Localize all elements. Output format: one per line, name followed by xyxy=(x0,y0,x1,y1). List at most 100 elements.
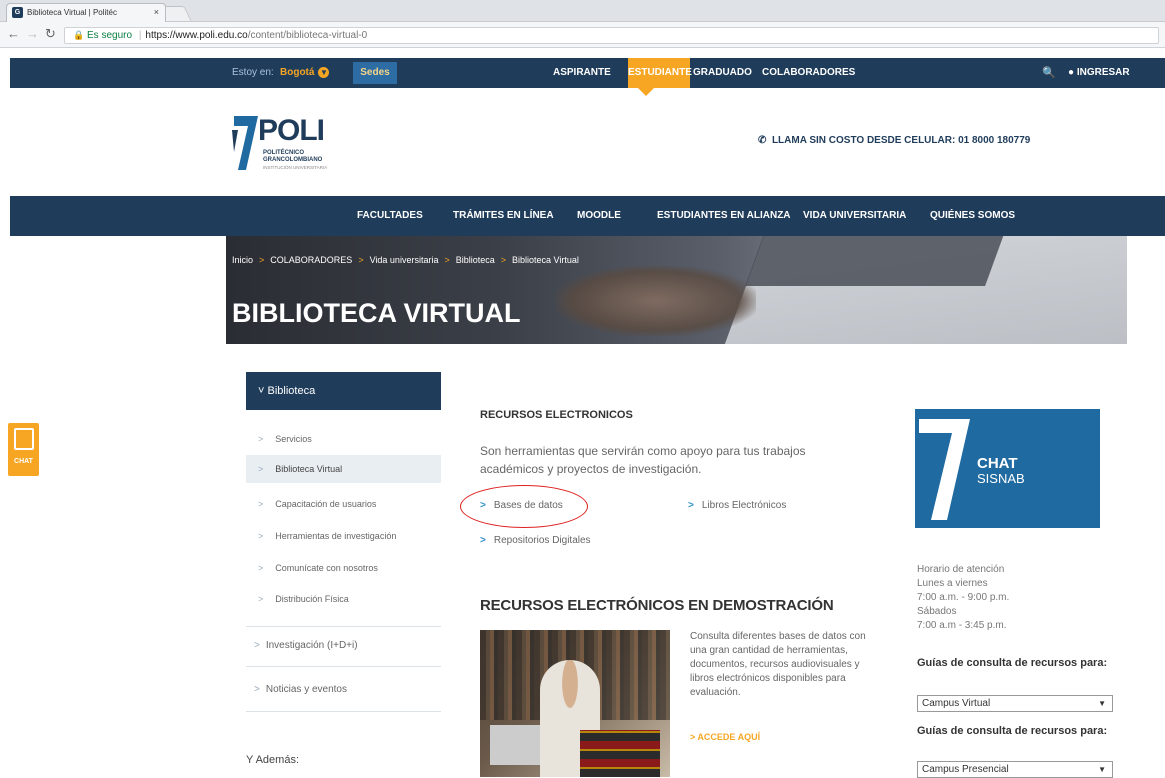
nav-graduado[interactable]: GRADUADO xyxy=(693,58,752,88)
hero-hand-image xyxy=(556,266,756,336)
sidebar-divider xyxy=(246,711,441,712)
sidebar-item-label: Servicios xyxy=(275,434,312,444)
sidebar-item-biblioteca-virtual[interactable]: > Biblioteca Virtual xyxy=(246,455,441,483)
nav-facultades[interactable]: FACULTADES xyxy=(357,196,423,236)
chevron-down-icon: ▼ xyxy=(318,66,330,78)
sidebar-item-label: Herramientas de investigación xyxy=(275,531,397,541)
favicon-icon: G xyxy=(12,7,23,18)
sidebar-divider xyxy=(246,666,441,667)
breadcrumb-separator-icon: > xyxy=(358,255,364,265)
guias-heading: Guías de consulta de recursos para: xyxy=(917,725,1108,737)
accede-aqui-link[interactable]: > ACCEDE AQUÍ xyxy=(690,732,760,742)
chevron-right-icon: > xyxy=(258,594,264,604)
breadcrumb-separator-icon: > xyxy=(259,255,265,265)
sidebar-item-label: Biblioteca Virtual xyxy=(275,464,343,474)
phone-icon: ✆ xyxy=(758,135,767,146)
sidebar-ademas-heading: Y Además: xyxy=(246,754,299,766)
main-nav: FACULTADES TRÁMITES EN LÍNEA MOODLE ESTU… xyxy=(10,196,1165,236)
chat-sisnab-banner[interactable]: CHAT SISNAB xyxy=(915,409,1100,528)
lock-icon: 🔒 xyxy=(73,30,85,40)
nav-vida-universitaria[interactable]: VIDA UNIVERSITARIA xyxy=(803,196,906,236)
chevron-right-icon: > xyxy=(688,500,694,511)
sidebar-section-investigacion[interactable]: > Investigación (I+D+i) xyxy=(246,640,441,651)
login-label: INGRESAR xyxy=(1076,67,1130,78)
nav-aspirante[interactable]: ASPIRANTE xyxy=(553,58,611,88)
recursos-title: RECURSOS ELECTRONICOS xyxy=(480,409,633,421)
chevron-down-icon: ˅ xyxy=(258,385,265,397)
chat-side-label: CHAT xyxy=(14,458,33,465)
select-value: Campus Presencial xyxy=(922,764,1009,775)
sidebar-item-herramientas[interactable]: > Herramientas de investigación xyxy=(246,529,441,544)
forward-arrow-icon[interactable]: → xyxy=(26,27,39,41)
hours-line: Horario de atención xyxy=(917,564,1005,575)
image-books xyxy=(580,730,660,777)
url-path: /content/biblioteca-virtual-0 xyxy=(247,30,368,41)
hours-line: Lunes a viernes xyxy=(917,578,988,589)
breadcrumb-inicio[interactable]: Inicio xyxy=(232,255,253,265)
nav-tramites[interactable]: TRÁMITES EN LÍNEA xyxy=(453,196,554,236)
hero-screen-image xyxy=(745,236,1007,286)
location-selector[interactable]: Bogotá ▼ xyxy=(280,58,330,88)
back-arrow-icon[interactable]: ← xyxy=(7,27,20,41)
search-icon[interactable]: 🔍 xyxy=(1042,58,1056,88)
sidebar-item-distribucion[interactable]: > Distribución Física xyxy=(246,592,441,607)
active-nav-indicator xyxy=(638,88,654,96)
demo-section-title: RECURSOS ELECTRÓNICOS EN DEMOSTRACIÓN xyxy=(480,597,834,614)
dropdown-arrow-icon: ▼ xyxy=(1098,699,1106,708)
demo-description: Consulta diferentes bases de datos con u… xyxy=(690,631,866,698)
nav-quienes-somos[interactable]: QUIÉNES SOMOS xyxy=(930,196,1015,236)
dropdown-arrow-icon: ▼ xyxy=(1098,765,1106,774)
location-label: Estoy en: xyxy=(232,67,274,78)
sidebar-section-label: Noticias y eventos xyxy=(265,684,347,695)
phone-text: LLAMA SIN COSTO DESDE CELULAR: 01 8000 1… xyxy=(771,135,1031,146)
breadcrumb-vida-universitaria[interactable]: Vida universitaria xyxy=(370,255,439,265)
chevron-right-icon: > xyxy=(480,535,486,546)
tab-title: Biblioteca Virtual | Politéc xyxy=(27,8,117,17)
breadcrumb-colaboradores[interactable]: COLABORADORES xyxy=(270,255,352,265)
logo-subtitle-1: POLITÉCNICO xyxy=(263,150,305,156)
hours-line: 7:00 a.m. - 9:00 p.m. xyxy=(917,592,1010,603)
nav-estudiante[interactable]: ESTUDIANTE xyxy=(628,58,692,88)
top-bar: Estoy en: Bogotá ▼ Sedes ASPIRANTE ESTUDI… xyxy=(10,58,1165,88)
demo-student-image xyxy=(480,630,670,777)
campus-presencial-select[interactable]: Campus Presencial ▼ xyxy=(917,761,1113,778)
url-field[interactable]: 🔒 Es seguro | https://www.poli.edu.co/con… xyxy=(64,27,1159,44)
sidebar-section-noticias[interactable]: > Noticias y eventos xyxy=(246,684,441,695)
sedes-button[interactable]: Sedes xyxy=(353,62,397,84)
nav-estudiantes-alianza[interactable]: ESTUDIANTES EN ALIANZA xyxy=(657,196,791,236)
sidebar-item-label: Distribución Física xyxy=(275,594,349,604)
logo-text: POLI xyxy=(258,114,325,147)
sidebar-item-comunicate[interactable]: > Comunícate con nosotros xyxy=(246,561,441,576)
hours-line: Sábados xyxy=(917,606,957,617)
nav-moodle[interactable]: MOODLE xyxy=(577,196,621,236)
poli-logo[interactable]: POLI POLITÉCNICO GRANCOLOMBIANO INSTITUC… xyxy=(230,112,350,174)
login-link[interactable]: ● INGRESAR xyxy=(1068,58,1130,88)
sidebar-item-label: Capacitación de usuarios xyxy=(275,499,377,509)
sidebar-item-capacitacion[interactable]: > Capacitación de usuarios xyxy=(246,497,441,512)
campus-virtual-select[interactable]: Campus Virtual ▼ xyxy=(917,695,1113,712)
sidebar-header[interactable]: ˅ Biblioteca xyxy=(246,372,441,410)
chevron-right-icon: > xyxy=(258,434,264,444)
reload-icon[interactable]: ↻ xyxy=(45,27,56,41)
sidebar-item-servicios[interactable]: > Servicios xyxy=(246,432,441,447)
chevron-right-icon: > xyxy=(258,563,264,573)
link-libros-electronicos[interactable]: > Libros Electrónicos xyxy=(688,500,786,511)
chevron-right-icon: > xyxy=(254,684,260,695)
link-label: Repositorios Digitales xyxy=(493,535,591,546)
location-value: Bogotá xyxy=(280,67,315,78)
browser-tab[interactable]: G Biblioteca Virtual | Politéc × xyxy=(6,3,166,22)
link-label: Libros Electrónicos xyxy=(701,500,787,511)
opening-hours: Horario de atención Lunes a viernes 7:00… xyxy=(917,563,1117,633)
phone-info: ✆ LLAMA SIN COSTO DESDE CELULAR: 01 8000… xyxy=(758,135,1030,146)
chevron-right-icon: > xyxy=(258,464,264,474)
tab-close-icon[interactable]: × xyxy=(154,7,159,17)
sidebar-item-label: Comunícate con nosotros xyxy=(275,563,378,573)
breadcrumb-biblioteca[interactable]: Biblioteca xyxy=(456,255,495,265)
chat-side-button[interactable]: CHAT xyxy=(8,423,39,476)
secure-label: Es seguro xyxy=(87,30,133,41)
nav-colaboradores[interactable]: COLABORADORES xyxy=(762,58,855,88)
logo-subtitle-3: INSTITUCIÓN UNIVERSITARIA xyxy=(263,165,328,170)
chevron-right-icon: > xyxy=(258,531,264,541)
link-repositorios-digitales[interactable]: > Repositorios Digitales xyxy=(480,535,591,546)
sidebar-divider xyxy=(246,626,441,627)
